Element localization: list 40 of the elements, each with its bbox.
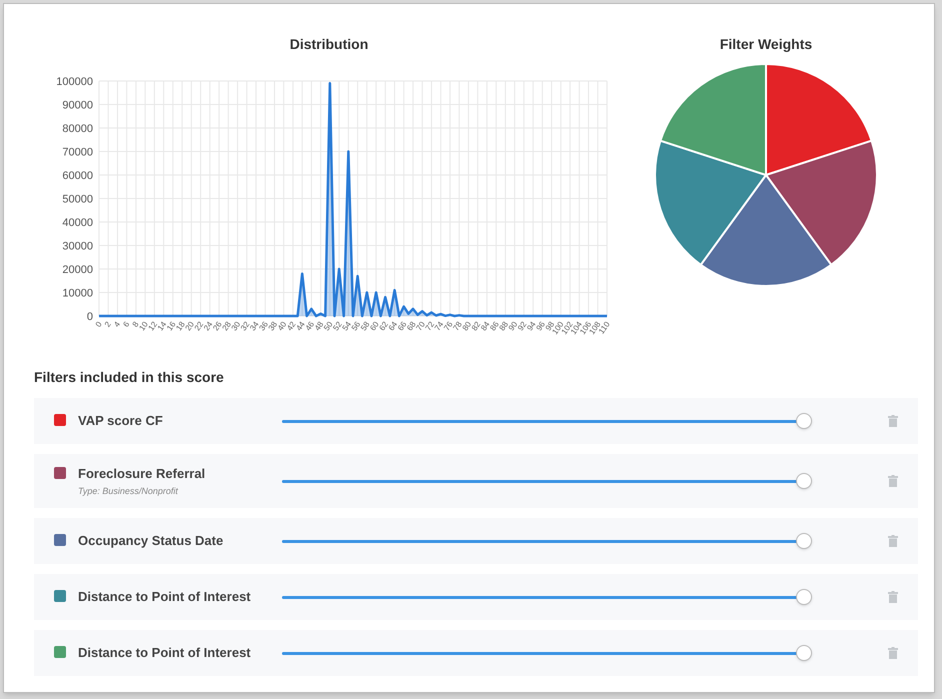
weight-slider[interactable] (282, 413, 812, 429)
filter-name: Distance to Point of Interest (78, 588, 251, 606)
slider-thumb[interactable] (796, 533, 812, 549)
y-tick-label: 90000 (62, 100, 93, 112)
filter-type: Type: Business/Nonprofit (78, 484, 180, 498)
chart-title: Filter Weights (720, 35, 812, 54)
trash-icon[interactable] (888, 475, 898, 487)
slider-thumb[interactable] (796, 589, 812, 605)
x-tick-label: 6 (121, 320, 132, 329)
filter-name: Occupancy Status Date (78, 532, 224, 550)
x-tick-label: 0 (94, 320, 104, 329)
section-heading: Filters included in this score (34, 368, 225, 387)
y-tick-label: 50000 (62, 194, 93, 206)
slider-thumb[interactable] (796, 473, 812, 489)
y-tick-label: 20000 (62, 264, 93, 276)
y-tick-label: 80000 (62, 123, 93, 135)
weight-slider[interactable] (282, 589, 812, 605)
filter-name: Foreclosure Referral (78, 465, 206, 483)
weight-slider[interactable] (282, 533, 812, 549)
y-tick-label: 10000 (62, 288, 93, 300)
x-tick-label: 86 (488, 320, 501, 332)
y-tick-label: 100000 (56, 76, 93, 88)
y-tick-label: 30000 (62, 240, 93, 252)
y-tick-label: 70000 (62, 146, 93, 158)
weight-slider[interactable] (282, 473, 812, 489)
filter-name: VAP score CF (78, 412, 163, 430)
y-tick-label: 40000 (62, 217, 93, 229)
slider-thumb[interactable] (796, 413, 812, 429)
x-tick-label: 2 (102, 320, 113, 329)
weight-slider[interactable] (282, 645, 812, 661)
trash-icon[interactable] (888, 415, 898, 427)
trash-icon[interactable] (888, 591, 898, 603)
trash-icon[interactable] (888, 535, 898, 547)
x-tick-label: 4 (112, 320, 122, 329)
trash-icon[interactable] (888, 647, 898, 659)
filter-name: Distance to Point of Interest (78, 644, 251, 662)
y-tick-label: 60000 (62, 170, 93, 182)
chart-title: Distribution (290, 35, 368, 54)
y-tick-label: 0 (86, 311, 93, 323)
slider-thumb[interactable] (796, 645, 812, 661)
